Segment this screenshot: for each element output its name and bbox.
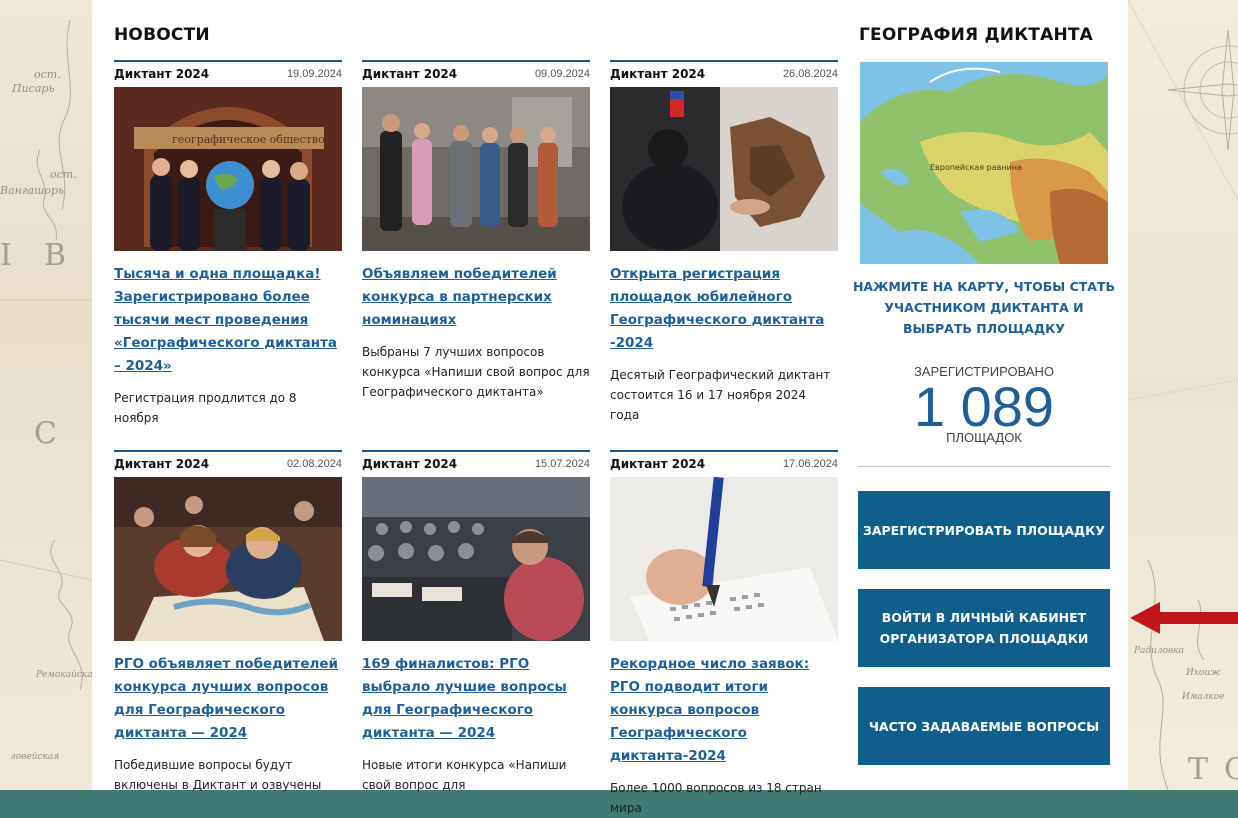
map-letter: Т	[1188, 752, 1209, 787]
news-summary: Регистрация продлится до 8 ноября	[114, 391, 297, 425]
news-card: Диктант 2024 19.09.2024 географическое о…	[114, 60, 342, 428]
background-map-right: Радиловка Ихоиж Ималкое Т С	[1127, 0, 1238, 791]
news-image[interactable]	[610, 87, 838, 251]
physical-map: Европейская равнина	[860, 62, 1108, 264]
news-summary: Выбраны 7 лучших вопросов конкурса «Напи…	[362, 345, 590, 399]
red-arrow-icon	[1130, 602, 1238, 634]
photo-writing-answers	[610, 477, 838, 641]
photo-tactile-map	[610, 87, 838, 251]
news-section-title: НОВОСТИ	[114, 25, 210, 45]
map-label: Писарь	[12, 82, 55, 95]
news-card-header: Диктант 2024 17.06.2024	[610, 450, 838, 474]
news-title-link[interactable]: РГО объявляет победителей конкурса лучши…	[114, 653, 342, 745]
map-label: Радиловка	[1134, 646, 1185, 656]
news-summary: Новые итоги конкурса «Напиши свой вопрос…	[362, 758, 567, 792]
news-card-header: Диктант 2024 09.09.2024	[362, 60, 590, 84]
news-title-link[interactable]: Объявляем победителей конкурса в партнер…	[362, 263, 590, 332]
news-title-link[interactable]: 169 финалистов: РГО выбрало лучшие вопро…	[362, 653, 590, 745]
register-venue-button[interactable]: ЗАРЕГИСТРИРОВАТЬ ПЛОЩАДКУ	[858, 491, 1110, 569]
organizer-login-button[interactable]: ВОЙТИ В ЛИЧНЫЙ КАБИНЕТ ОРГАНИЗАТОРА ПЛОЩ…	[858, 589, 1110, 667]
news-category[interactable]: Диктант 2024	[610, 67, 705, 81]
news-category[interactable]: Диктант 2024	[610, 457, 705, 471]
news-card: Диктант 2024 15.07.2024 169 финалистов: …	[362, 450, 590, 795]
map-letter: В	[44, 238, 67, 273]
news-category[interactable]: Диктант 2024	[114, 67, 209, 81]
photo-globe-group: географическое общество	[114, 87, 342, 251]
news-date: 09.09.2024	[534, 68, 590, 80]
news-image[interactable]	[362, 477, 590, 641]
news-category[interactable]: Диктант 2024	[362, 457, 457, 471]
news-image[interactable]: географическое общество	[114, 87, 342, 251]
map-label: Ремокайская	[36, 670, 99, 680]
news-card: Диктант 2024 26.08.2024 Открыта регистра…	[610, 60, 838, 425]
map-label-plain: Европейская равнина	[930, 163, 1022, 172]
map-call-to-action[interactable]: НАЖМИТЕ НА КАРТУ, ЧТОБЫ СТАТЬ УЧАСТНИКОМ…	[852, 276, 1116, 339]
news-category[interactable]: Диктант 2024	[362, 67, 457, 81]
news-card-header: Диктант 2024 02.08.2024	[114, 450, 342, 474]
photo-award-ceremony	[362, 87, 590, 251]
register-venue-button-label: ЗАРЕГИСТРИРОВАТЬ ПЛОЩАДКУ	[862, 522, 1106, 538]
news-date: 02.08.2024	[286, 458, 342, 470]
map-label: Вангашорь	[0, 184, 65, 197]
map-letter: С	[1224, 752, 1238, 787]
news-card: Диктант 2024 09.09.2024 Объявляем победи…	[362, 60, 590, 402]
news-category[interactable]: Диктант 2024	[114, 457, 209, 471]
news-title-link[interactable]: Открыта регистрация площадок юбилейного …	[610, 263, 838, 355]
main-content: НОВОСТИ Диктант 2024 19.09.2024 географи…	[92, 0, 1128, 815]
map-label: осm.	[34, 68, 61, 81]
news-summary: Победившие вопросы будут включены в Дикт…	[114, 758, 322, 792]
faq-button-label: ЧАСТО ЗАДАВАЕМЫЕ ВОПРОСЫ	[868, 718, 1100, 734]
photo-inscription: географическое общество	[172, 133, 325, 146]
news-image[interactable]	[610, 477, 838, 641]
divider	[858, 466, 1110, 467]
news-card-header: Диктант 2024 26.08.2024	[610, 60, 838, 84]
news-title-link[interactable]: Тысяча и одна площадка! Зарегистрировано…	[114, 263, 342, 378]
news-card-header: Диктант 2024 19.09.2024	[114, 60, 342, 84]
news-image[interactable]	[362, 87, 590, 251]
news-card: Диктант 2024 17.06.2024 Рекордное число …	[610, 450, 838, 818]
news-title-link[interactable]: Рекордное число заявок: РГО подводит ито…	[610, 653, 838, 768]
background-map-left: осm. Писарь осm. Вангашорь Ремокайская л…	[0, 0, 99, 790]
faq-button[interactable]: ЧАСТО ЗАДАВАЕМЫЕ ВОПРОСЫ	[858, 687, 1110, 765]
map-letter: I	[0, 238, 12, 273]
news-card-header: Диктант 2024 15.07.2024	[362, 450, 590, 474]
organizer-login-button-label: ВОЙТИ В ЛИЧНЫЙ КАБИНЕТ ОРГАНИЗАТОРА ПЛОЩ…	[879, 610, 1089, 646]
news-date: 26.08.2024	[782, 68, 838, 80]
map-label: ловейская	[10, 752, 60, 762]
map-label: осm.	[50, 168, 77, 181]
news-date: 19.09.2024	[286, 68, 342, 80]
news-image[interactable]	[114, 477, 342, 641]
photo-students-map	[114, 477, 342, 641]
news-summary: Десятый Географический диктант состоится…	[610, 368, 831, 422]
news-card: Диктант 2024 02.08.2024 РГО объявляет по…	[114, 450, 342, 795]
map-letter: С	[34, 416, 57, 451]
map-label: Ималкое	[1182, 692, 1225, 702]
photo-auditorium	[362, 477, 590, 641]
geography-map[interactable]: Европейская равнина	[860, 62, 1108, 264]
map-compass-rose	[1127, 0, 1238, 791]
map-label: Ихоиж	[1186, 668, 1221, 678]
news-date: 17.06.2024	[782, 458, 838, 470]
registered-unit: ПЛОЩАДОК	[946, 430, 1022, 445]
news-summary: Более 1000 вопросов из 18 стран мира	[610, 781, 822, 815]
news-date: 15.07.2024	[534, 458, 590, 470]
sidebar-title: ГЕОГРАФИЯ ДИКТАНТА	[859, 25, 1094, 45]
